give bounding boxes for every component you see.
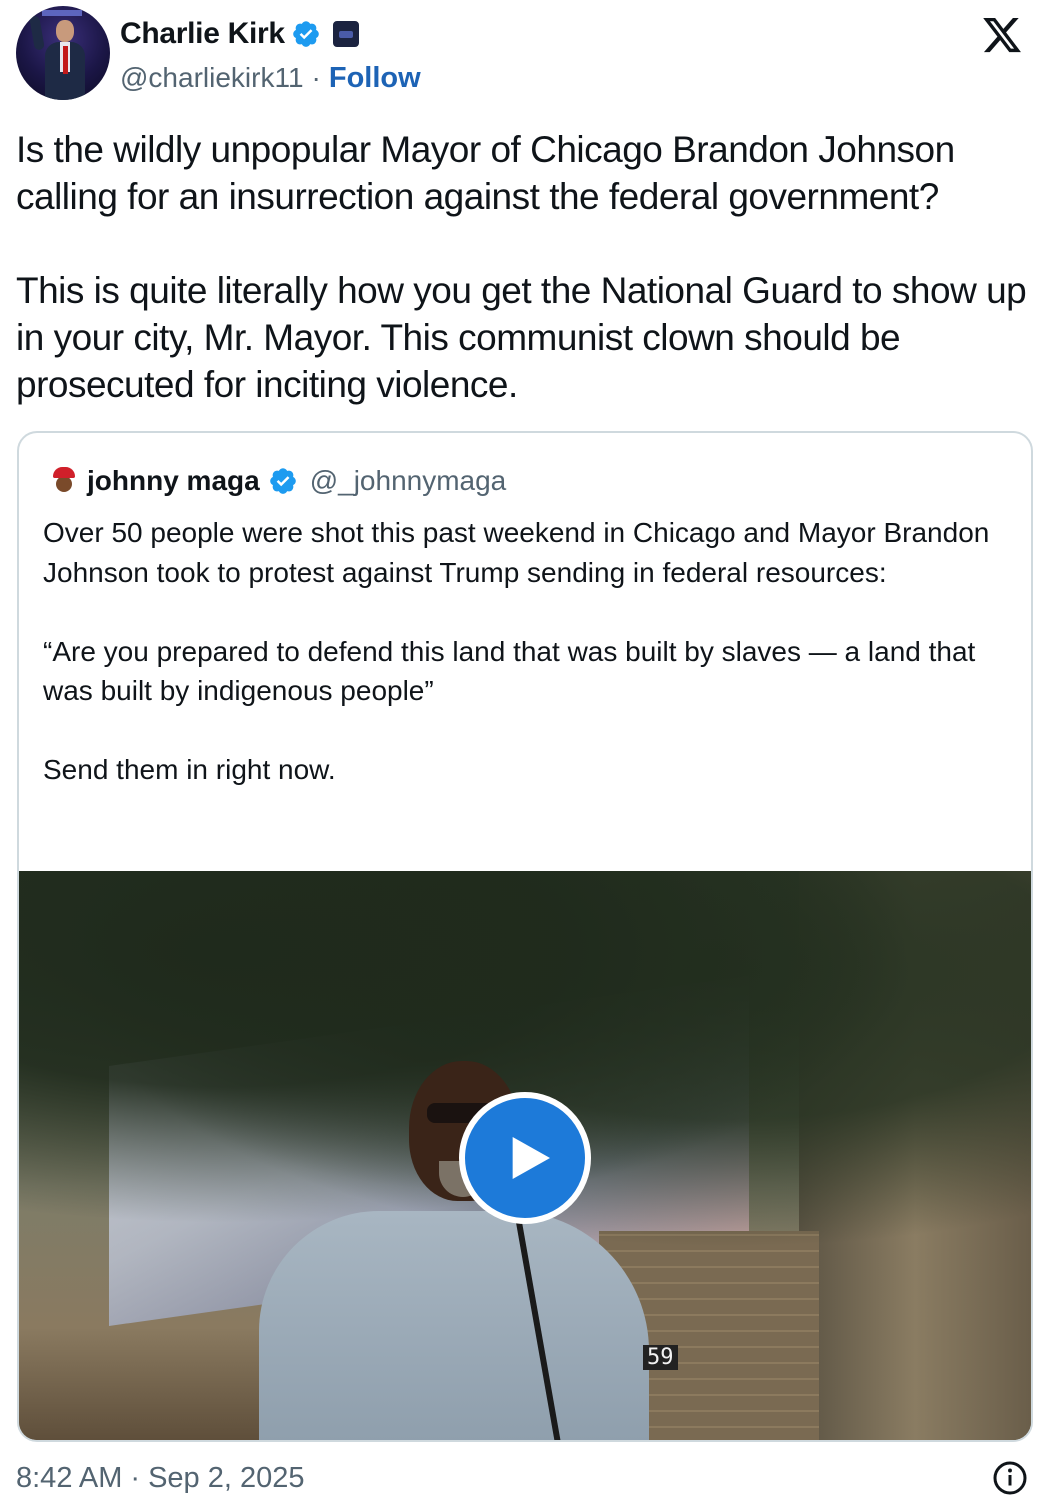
video-player[interactable]: 59 [19,871,1031,1440]
tweet-header: Charlie Kirk @charliekirk11 · Follow [16,6,1036,106]
author-handle[interactable]: @charliekirk11 [120,62,304,94]
x-logo-icon[interactable] [980,14,1024,56]
post-time: 8:42 AM [16,1461,123,1494]
quote-avatar[interactable] [47,465,79,497]
author-handle-row: @charliekirk11 · Follow [120,58,421,98]
info-icon[interactable] [992,1460,1028,1496]
post-text: Is the wildly unpopular Mayor of Chicago… [16,129,1027,405]
separator: · [311,62,321,93]
author-name-row: Charlie Kirk [120,14,359,54]
quote-header: johnny maga @_johnnymaga [47,461,506,501]
quote-author-name[interactable]: johnny maga [87,465,260,497]
post-date: Sep 2, 2025 [148,1461,305,1494]
play-icon [512,1137,550,1179]
quote-text: Over 50 people were shot this past weeke… [43,517,990,785]
play-button[interactable] [459,1092,591,1224]
verified-badge-icon [269,468,296,494]
separator: · [130,1461,141,1494]
quoted-post[interactable]: johnny maga @_johnnymaga Over 50 people … [17,431,1033,1442]
affiliation-badge-icon [332,21,359,47]
author-name[interactable]: Charlie Kirk [120,17,285,51]
author-avatar[interactable] [16,6,110,100]
post-timestamp[interactable]: 8:42 AM · Sep 2, 2025 [16,1456,305,1500]
verified-badge-icon [293,21,319,47]
quote-author-handle[interactable]: @_johnnymaga [310,465,507,497]
follow-button[interactable]: Follow [329,62,421,95]
address-sign: 59 [643,1345,678,1370]
video-thumbnail-speaker [259,1051,649,1440]
